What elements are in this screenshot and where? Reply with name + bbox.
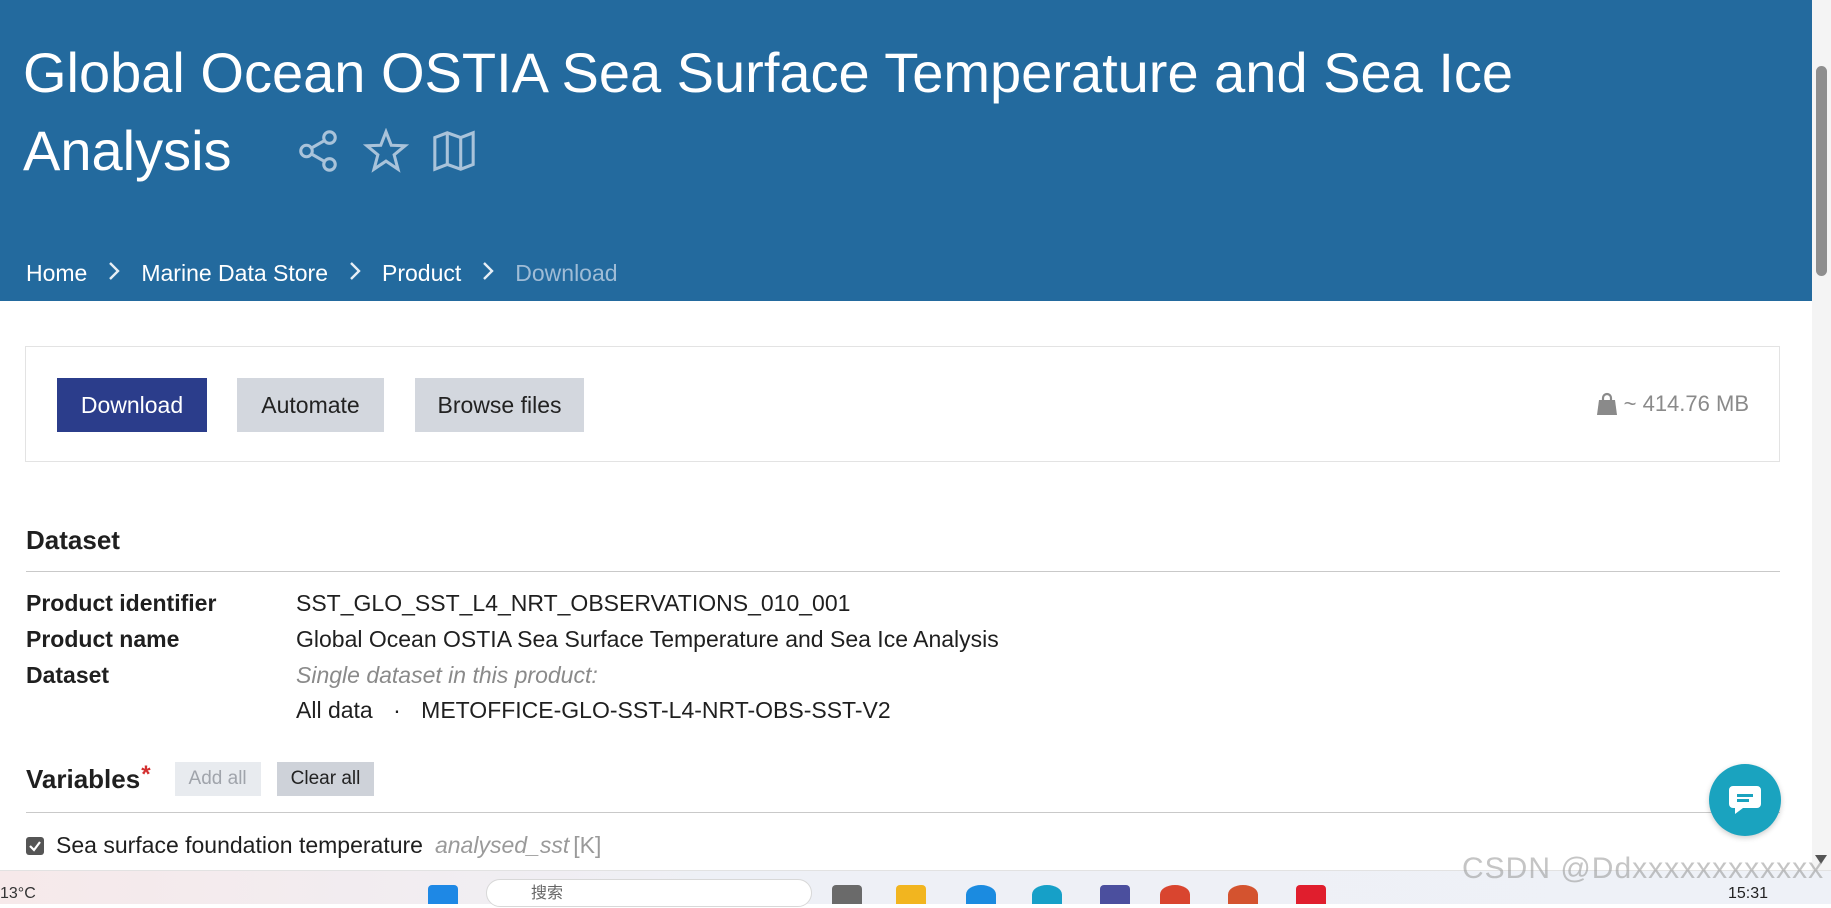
variable-checkbox[interactable] — [26, 836, 44, 855]
map-icon[interactable] — [431, 128, 477, 174]
product-name-value: Global Ocean OSTIA Sea Surface Temperatu… — [296, 626, 999, 652]
required-mark: * — [141, 760, 151, 788]
page-title: Global Ocean OSTIA Sea Surface Temperatu… — [23, 34, 1623, 190]
chat-button[interactable] — [1709, 764, 1781, 836]
pdf-icon[interactable] — [1296, 885, 1326, 904]
variable-item[interactable]: Sea surface foundation temperature analy… — [26, 832, 601, 859]
product-identifier-row: Product identifier SST_GLO_SST_L4_NRT_OB… — [26, 590, 850, 617]
share-icon[interactable] — [295, 128, 341, 174]
check-icon — [29, 840, 41, 852]
download-size-value: ~ 414.76 MB — [1623, 391, 1749, 416]
dataset-all-data: All data — [296, 697, 373, 723]
variables-header: Variables* Add all Clear all — [26, 760, 375, 796]
product-header: Global Ocean OSTIA Sea Surface Temperatu… — [0, 0, 1812, 301]
clear-all-button[interactable]: Clear all — [276, 762, 375, 796]
title-line-1: Global Ocean OSTIA Sea Surface Temperatu… — [23, 41, 1514, 104]
variable-code: analysed_sst — [434, 832, 570, 858]
edge-icon[interactable] — [966, 885, 996, 904]
powerpoint-icon[interactable] — [1228, 885, 1258, 904]
scrollbar-thumb[interactable] — [1816, 66, 1827, 276]
variable-unit: [K] — [573, 832, 602, 858]
star-icon[interactable] — [363, 128, 410, 174]
bag-icon — [1596, 392, 1617, 415]
product-name-label: Product name — [26, 626, 180, 652]
taskbar-clock[interactable]: 15:31 — [1728, 885, 1768, 903]
divider — [26, 571, 1780, 572]
add-all-button[interactable]: Add all — [174, 762, 261, 796]
browse-files-button[interactable]: Browse files — [415, 378, 584, 432]
title-line-2: Analysis — [23, 119, 232, 182]
dataset-id: METOFFICE-GLO-SST-L4-NRT-OBS-SST-V2 — [421, 697, 891, 723]
dataset-label: Dataset — [26, 662, 110, 688]
variables-heading: Variables — [26, 763, 141, 794]
chat-icon — [1729, 786, 1761, 814]
chevron-right-icon — [481, 261, 495, 287]
weather-temperature[interactable]: 13°C — [0, 885, 36, 903]
download-size: ~ 414.76 MB — [1596, 391, 1749, 417]
dataset-heading: Dataset — [26, 525, 120, 555]
folder-icon[interactable] — [896, 885, 926, 904]
dataset-note: Single dataset in this product: — [296, 662, 598, 688]
app-icon[interactable] — [832, 885, 862, 904]
divider — [26, 812, 1780, 813]
chrome-icon[interactable] — [1160, 885, 1190, 904]
watermark: CSDN @Ddxxxxxxxxxxxx — [1462, 852, 1825, 885]
dataset-separator: · — [393, 697, 401, 723]
browser-icon[interactable] — [1032, 885, 1062, 904]
windows-start-icon[interactable] — [428, 885, 458, 904]
product-name-row: Product name Global Ocean OSTIA Sea Surf… — [26, 626, 999, 653]
variable-label: Sea surface foundation temperature — [56, 832, 423, 858]
product-identifier-value: SST_GLO_SST_L4_NRT_OBSERVATIONS_010_001 — [296, 590, 851, 616]
automate-button[interactable]: Automate — [237, 378, 384, 432]
chevron-right-icon — [107, 261, 121, 287]
product-identifier-label: Product identifier — [26, 590, 217, 616]
action-bar: Download Automate Browse files ~ 414.76 … — [25, 346, 1780, 462]
breadcrumb-download: Download — [515, 260, 618, 286]
dataset-row: Dataset Single dataset in this product: … — [26, 662, 891, 724]
download-button[interactable]: Download — [57, 378, 207, 432]
app-icon[interactable] — [1100, 885, 1130, 904]
chevron-right-icon — [348, 261, 362, 287]
breadcrumb: Home Marine Data Store Product Download — [26, 260, 618, 287]
breadcrumb-product[interactable]: Product — [382, 260, 461, 287]
breadcrumb-marine-data-store[interactable]: Marine Data Store — [141, 260, 328, 287]
breadcrumb-home[interactable]: Home — [26, 260, 87, 287]
page-scrollbar[interactable] — [1812, 0, 1831, 870]
